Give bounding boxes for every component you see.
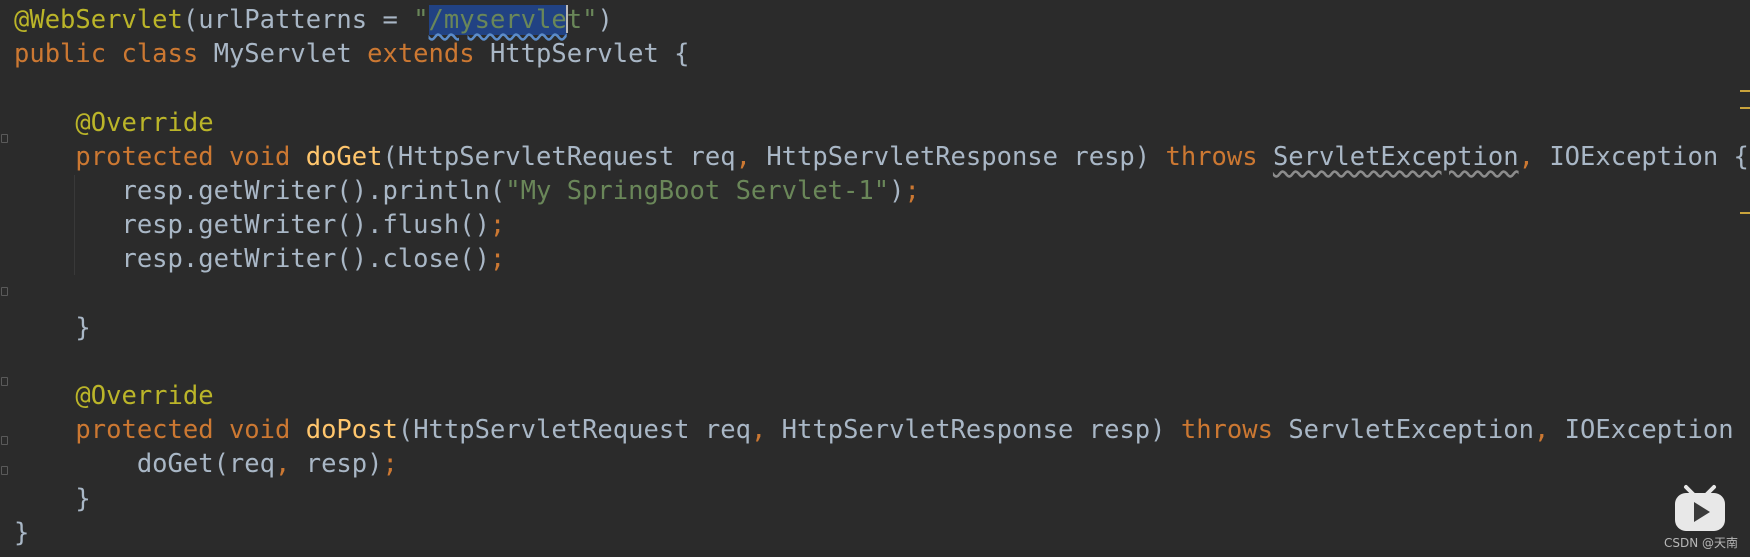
- code-token: throws: [1180, 415, 1289, 446]
- code-token: extends: [367, 39, 490, 70]
- code-token: doPost: [305, 415, 398, 446]
- error-stripe: [1736, 0, 1750, 557]
- code-editor[interactable]: @WebServlet(urlPatterns = "/myservlet") p…: [0, 0, 1750, 557]
- code-token: throws: [1165, 141, 1273, 172]
- code-token: ;: [382, 449, 398, 480]
- code-token: /myservle: [428, 5, 567, 35]
- code-area[interactable]: @WebServlet(urlPatterns = "/myservlet") p…: [0, 0, 1750, 550]
- code-line[interactable]: ​: [14, 277, 1750, 311]
- code-token: "My SpringBoot Servlet-1": [505, 175, 890, 206]
- code-token: ;: [904, 175, 920, 206]
- code-token: ServletException: [1288, 415, 1534, 446]
- code-token: protected void: [75, 415, 306, 446]
- code-token: IOException {: [1564, 415, 1750, 446]
- code-token: t: [566, 5, 583, 35]
- code-token: ServletException: [1272, 141, 1519, 172]
- code-token: (HttpServletRequest req: [382, 141, 736, 172]
- code-token: resp.getWriter().flush(): [14, 210, 490, 241]
- code-line[interactable]: resp.getWriter().close();: [14, 242, 1750, 276]
- code-token: ": [582, 5, 598, 35]
- code-token: HttpServletResponse resp): [766, 141, 1166, 172]
- code-token: ,: [1533, 415, 1565, 446]
- code-line[interactable]: public class MyServlet extends HttpServl…: [14, 37, 1750, 71]
- code-token: doGet(req: [14, 449, 275, 480]
- bilibili-play-logo-icon: [1675, 485, 1725, 531]
- code-token: public class: [14, 39, 214, 70]
- code-token: ;: [489, 244, 506, 275]
- code-token: ): [889, 175, 905, 206]
- code-token: (HttpServletRequest req: [397, 415, 751, 446]
- code-line[interactable]: resp.getWriter().println("My SpringBoot …: [14, 174, 1750, 208]
- watermark: CSDN @天南: [1663, 536, 1738, 550]
- code-token: IOException {: [1549, 141, 1749, 172]
- code-token: }: [14, 312, 91, 343]
- code-line[interactable]: resp.getWriter().flush();: [14, 208, 1750, 242]
- code-token: doGet: [305, 141, 383, 172]
- code-token: HttpServlet {: [489, 39, 690, 70]
- code-line[interactable]: @WebServlet(urlPatterns = "/myservlet"): [14, 3, 1750, 37]
- code-token: }: [14, 483, 91, 514]
- code-line[interactable]: @Override: [14, 379, 1750, 413]
- stripe-mark[interactable]: [1740, 107, 1750, 109]
- code-token: ,: [735, 141, 767, 172]
- code-line[interactable]: @Override: [14, 106, 1750, 140]
- code-token: resp.getWriter().close(): [14, 244, 490, 275]
- code-token: @Override: [75, 107, 214, 138]
- code-token: ": [413, 5, 429, 35]
- code-token: resp): [305, 449, 383, 480]
- code-token: ,: [750, 415, 782, 446]
- code-token: ;: [489, 210, 506, 241]
- code-line[interactable]: }: [14, 482, 1750, 516]
- code-line[interactable]: protected void doGet(HttpServletRequest …: [14, 140, 1750, 174]
- code-token: ): [597, 5, 613, 35]
- code-token: @WebServlet: [14, 5, 183, 35]
- code-token: ,: [275, 449, 306, 480]
- code-token: }: [14, 517, 30, 548]
- stripe-mark[interactable]: [1740, 90, 1750, 92]
- code-line[interactable]: protected void doPost(HttpServletRequest…: [14, 413, 1750, 447]
- code-line[interactable]: doGet(req, resp);: [14, 447, 1750, 481]
- code-token: ,: [1518, 141, 1550, 172]
- stripe-mark[interactable]: [1740, 212, 1750, 214]
- code-token: resp.getWriter().println(: [14, 175, 506, 206]
- code-line[interactable]: }: [14, 516, 1750, 550]
- code-token: MyServlet: [213, 39, 368, 70]
- code-line[interactable]: ​: [14, 345, 1750, 379]
- code-line[interactable]: }: [14, 311, 1750, 345]
- code-token: @Override: [75, 381, 214, 412]
- code-line[interactable]: ​: [14, 71, 1750, 105]
- code-token: protected void: [75, 141, 306, 172]
- code-token: (urlPatterns =: [182, 5, 414, 35]
- code-token: HttpServletResponse resp): [781, 415, 1181, 446]
